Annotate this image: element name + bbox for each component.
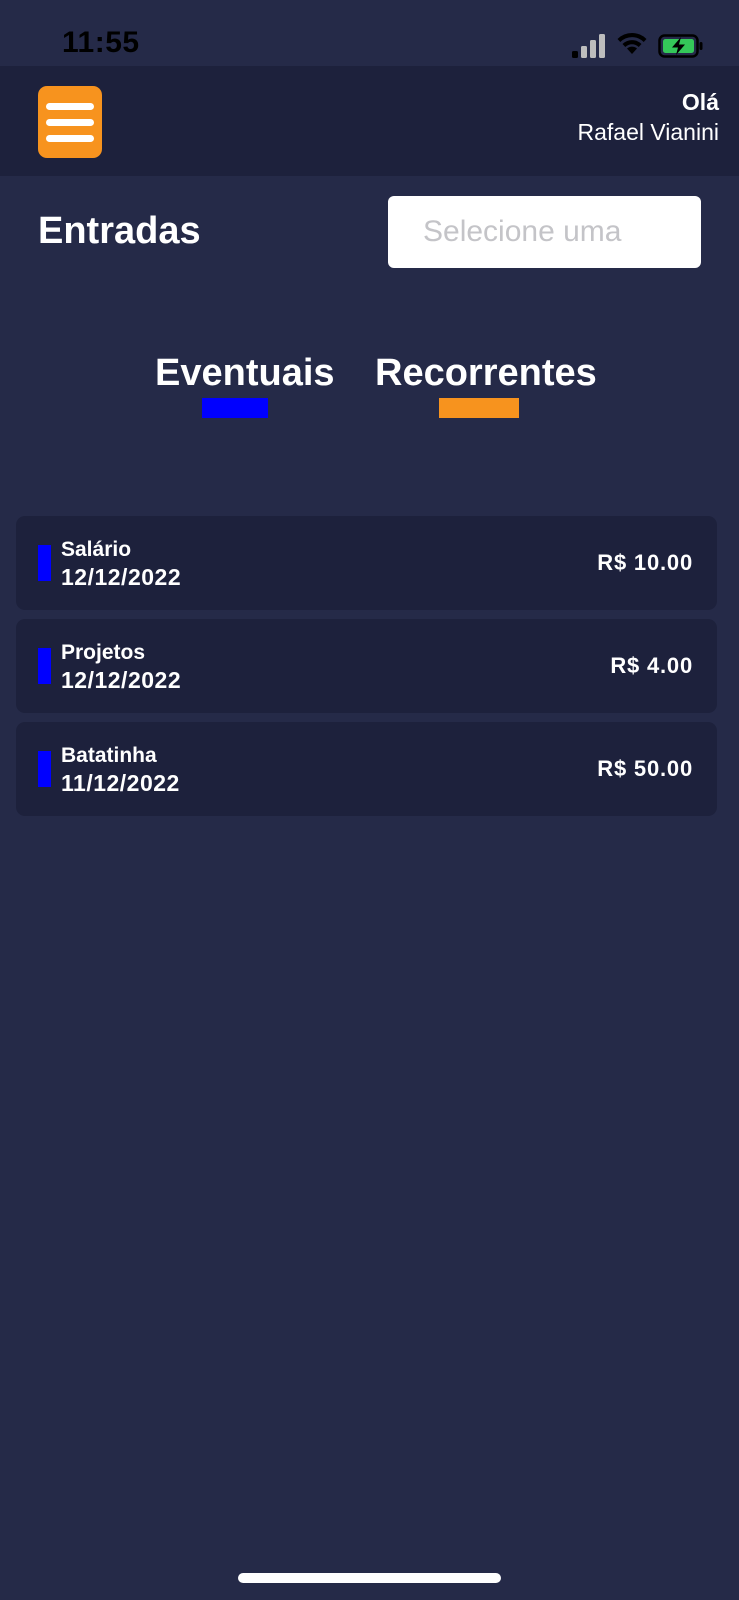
list-item[interactable]: Projetos 12/12/2022 R$ 4.00 [16, 619, 717, 713]
app-header: Olá Rafael Vianini [0, 66, 739, 176]
entry-type-marker [38, 648, 51, 684]
entry-date: 11/12/2022 [61, 770, 180, 796]
user-greeting: Olá Rafael Vianini [577, 88, 719, 148]
entry-type-marker [38, 545, 51, 581]
status-bar: 11:55 [0, 0, 739, 66]
home-indicator[interactable] [238, 1573, 501, 1583]
tab-recorrentes-indicator [439, 398, 519, 418]
entry-amount: R$ 50.00 [597, 756, 693, 781]
category-select[interactable] [388, 196, 701, 268]
status-time: 11:55 [62, 26, 140, 59]
entry-name: Batatinha [61, 744, 157, 767]
entry-date: 12/12/2022 [61, 667, 182, 693]
entry-name: Salário [61, 538, 132, 561]
battery-charging-icon [658, 34, 703, 58]
signal-icon [572, 34, 605, 58]
entry-name: Projetos [61, 641, 146, 664]
hamburger-menu-icon [46, 102, 94, 110]
entry-amount: R$ 10.00 [597, 550, 693, 575]
hamburger-menu-icon [46, 134, 94, 142]
menu-button[interactable] [38, 86, 102, 158]
entry-date: 12/12/2022 [61, 564, 182, 590]
user-name: Rafael Vianini [577, 119, 719, 145]
wifi-icon [617, 32, 647, 54]
list-item[interactable]: Batatinha 11/12/2022 R$ 50.00 [16, 722, 717, 816]
tab-eventuais-indicator [202, 398, 268, 418]
tab-recorrentes[interactable]: Recorrentes [375, 352, 597, 395]
greeting-text: Olá [681, 89, 719, 115]
entry-type-marker [38, 751, 51, 787]
hamburger-menu-icon [46, 118, 94, 126]
entry-list: Salário 12/12/2022 R$ 10.00 Projetos 12/… [16, 516, 717, 825]
screen: 11:55 Olá Rafael Vianini Entradas Seleci… [0, 0, 739, 1600]
page-title: Entradas [38, 210, 201, 252]
entry-amount: R$ 4.00 [610, 653, 693, 678]
tab-eventuais[interactable]: Eventuais [155, 352, 335, 395]
list-item[interactable]: Salário 12/12/2022 R$ 10.00 [16, 516, 717, 610]
